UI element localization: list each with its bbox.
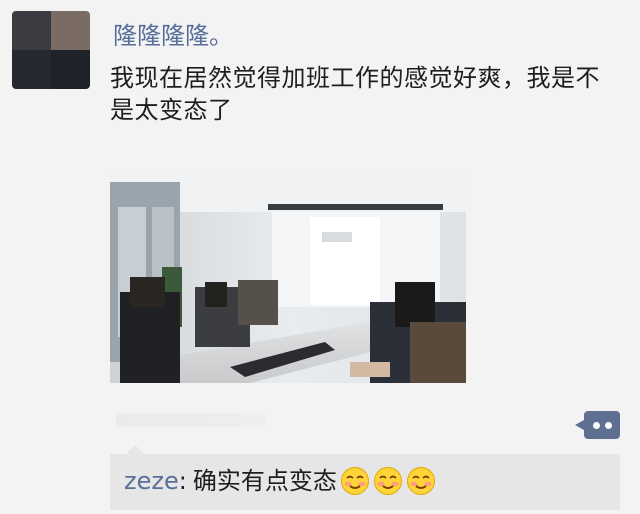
- comments-panel: zeze : 确实有点变态: [110, 445, 620, 510]
- post-timestamp-blurred: [116, 413, 266, 427]
- ellipsis-icon: [592, 421, 600, 429]
- post-text: 我现在居然觉得加班工作的感觉好爽，我是不是太变态了: [110, 64, 600, 124]
- post-avatar[interactable]: [12, 11, 90, 89]
- blushing-smile-icon: [406, 467, 435, 495]
- ellipsis-icon-dot: [604, 421, 612, 429]
- blushing-smile-icon: [373, 467, 402, 495]
- comment-text: 确实有点变态: [192, 467, 337, 495]
- post-author-name[interactable]: 隆隆隆隆。: [113, 21, 233, 51]
- more-actions-button[interactable]: [575, 411, 620, 439]
- comment-row[interactable]: zeze : 确实有点变态: [124, 465, 436, 497]
- blushing-smile-icon: [340, 467, 369, 495]
- comment-separator: :: [178, 467, 187, 495]
- post-photo[interactable]: [110, 172, 466, 383]
- comment-author[interactable]: zeze: [124, 465, 179, 497]
